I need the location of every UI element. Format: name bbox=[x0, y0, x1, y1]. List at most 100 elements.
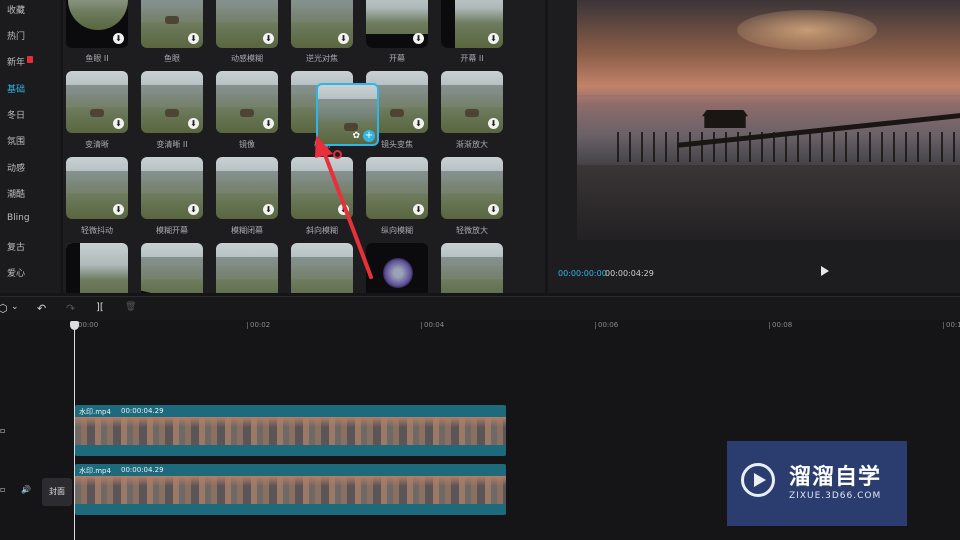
chevron-down-icon[interactable]: ⌄ bbox=[11, 302, 19, 312]
effect-label: 模糊闭幕 bbox=[231, 226, 263, 235]
download-icon[interactable]: ⬇ bbox=[263, 118, 274, 129]
effect-label: 轻微抖动 bbox=[81, 226, 113, 235]
favorite-icon[interactable]: ✿ bbox=[352, 131, 360, 141]
effect-tile-diagonal-blur[interactable]: ⬇ bbox=[291, 157, 353, 219]
ruler-label: 00:00 bbox=[78, 321, 99, 329]
effect-tile-slight-shake[interactable]: ⬇ bbox=[66, 157, 128, 219]
sidebar-item-atmosphere[interactable]: 氛围 bbox=[7, 134, 25, 147]
sidebar-item-winter[interactable]: 冬日 bbox=[7, 108, 25, 121]
effect-label: 镜像 bbox=[239, 140, 255, 149]
effect-tile-gradual-zoom[interactable]: ⬇ bbox=[441, 71, 503, 133]
clip-thumbnails bbox=[75, 417, 506, 445]
delete-icon[interactable]: 🗑 bbox=[125, 302, 136, 312]
effects-category-sidebar: 收藏 热门 新年 基础 冬日 氛围 动感 潮酷 Bling 复古 爱心 bbox=[0, 0, 62, 293]
effect-label: 变清晰 bbox=[85, 140, 109, 149]
download-icon[interactable]: ⬇ bbox=[113, 118, 124, 129]
effect-tile-vertical-blur[interactable]: ⬇ bbox=[366, 157, 428, 219]
effect-label: 鱼眼 II bbox=[85, 54, 109, 63]
download-icon[interactable]: ⬇ bbox=[488, 204, 499, 215]
cover-button[interactable]: 封面 bbox=[42, 478, 72, 506]
sidebar-item-dynamic[interactable]: 动感 bbox=[7, 161, 25, 174]
sidebar-item-hot[interactable]: 热门 bbox=[7, 29, 25, 42]
video-clip-main[interactable]: 水印.mp4 00:00:04.29 bbox=[75, 464, 506, 515]
download-icon[interactable]: ⬇ bbox=[188, 204, 199, 215]
effect-label: 开幕 II bbox=[460, 54, 484, 63]
split-icon[interactable]: ][ bbox=[96, 302, 104, 313]
effect-label: 轻微放大 bbox=[456, 226, 488, 235]
track-toggle-icon[interactable]: ▫ bbox=[0, 426, 5, 435]
track-toggle-icon[interactable]: ▫ bbox=[0, 485, 5, 494]
video-clip-overlay[interactable]: 水印.mp4 00:00:04.29 bbox=[75, 405, 506, 456]
dragged-effect-tile[interactable]: ✿ + bbox=[316, 83, 379, 146]
effect-tile-row4-4[interactable] bbox=[291, 243, 353, 293]
effect-tile-row4-1[interactable] bbox=[66, 243, 128, 293]
effect-tile-row4-3[interactable] bbox=[216, 243, 278, 293]
sidebar-item-love[interactable]: 爱心 bbox=[7, 266, 25, 279]
effect-tile-backlight-focus[interactable]: ⬇ bbox=[291, 0, 353, 48]
playhead-line[interactable] bbox=[74, 324, 75, 540]
effect-tile-row4-6[interactable] bbox=[441, 243, 503, 293]
effect-tile-fisheye-ii[interactable]: ⬇ bbox=[66, 0, 128, 48]
effect-tile-row4-5[interactable] bbox=[366, 243, 428, 293]
sidebar-item-new-year[interactable]: 新年 bbox=[7, 55, 34, 68]
sidebar-item-label: 氛围 bbox=[7, 137, 26, 147]
video-preview bbox=[577, 0, 960, 240]
sidebar-item-label: 爱心 bbox=[7, 269, 26, 279]
sidebar-item-trendy[interactable]: 潮酷 bbox=[7, 187, 25, 200]
effect-tile-mirror[interactable]: ⬇ bbox=[216, 71, 278, 133]
effect-tile-opening-ii[interactable]: ⬇ bbox=[441, 0, 503, 48]
add-icon[interactable]: + bbox=[363, 130, 375, 142]
effect-tile-sharpen[interactable]: ⬇ bbox=[66, 71, 128, 133]
undo-icon[interactable]: ↶ bbox=[37, 302, 46, 315]
current-time: 00:00:00:00 bbox=[558, 269, 607, 278]
preview-panel: 00:00:00:00 00:00:04:29 bbox=[548, 0, 960, 293]
timeline-ruler[interactable]: 00:02 00:04 00:06 00:08 00:10 00:00 bbox=[0, 320, 960, 334]
clip-duration: 00:00:04.29 bbox=[121, 407, 164, 415]
effect-tile-blur-open[interactable]: ⬇ bbox=[141, 157, 203, 219]
sidebar-item-label: 新年 bbox=[7, 58, 26, 68]
download-icon[interactable]: ⬇ bbox=[263, 204, 274, 215]
download-icon[interactable]: ⬇ bbox=[488, 33, 499, 44]
download-icon[interactable]: ⬇ bbox=[188, 33, 199, 44]
effect-tile-motion-blur[interactable]: ⬇ bbox=[216, 0, 278, 48]
effect-tile-opening[interactable]: ⬇ bbox=[366, 0, 428, 48]
download-icon[interactable]: ⬇ bbox=[413, 204, 424, 215]
download-icon[interactable]: ⬇ bbox=[113, 204, 124, 215]
effect-tile-fisheye[interactable]: ⬇ bbox=[141, 0, 203, 48]
play-icon[interactable] bbox=[821, 266, 829, 276]
sidebar-item-label: 基础 bbox=[7, 85, 26, 95]
download-icon[interactable]: ⬇ bbox=[113, 33, 124, 44]
sidebar-item-label: 潮酷 bbox=[7, 190, 26, 200]
ruler-label: 00:06 bbox=[598, 321, 619, 329]
download-icon[interactable]: ⬇ bbox=[263, 33, 274, 44]
video-editor: 收藏 热门 新年 基础 冬日 氛围 动感 潮酷 Bling 复古 爱心 ⬇ ⬇ … bbox=[0, 0, 960, 540]
download-icon[interactable]: ⬇ bbox=[188, 118, 199, 129]
sidebar-item-retro[interactable]: 复古 bbox=[7, 240, 25, 253]
ruler-label: 00:04 bbox=[424, 321, 445, 329]
sidebar-item-label: 复古 bbox=[7, 243, 26, 253]
redo-icon[interactable]: ↷ bbox=[66, 302, 75, 315]
sidebar-item-basic[interactable]: 基础 bbox=[7, 82, 25, 95]
effect-tile-slight-zoom[interactable]: ⬇ bbox=[441, 157, 503, 219]
clip-name: 水印.mp4 bbox=[79, 467, 111, 475]
effect-label: 开幕 bbox=[389, 54, 405, 63]
effect-tile-blur-close[interactable]: ⬇ bbox=[216, 157, 278, 219]
effect-tile-row4-2[interactable] bbox=[141, 243, 203, 293]
ruler-label: 00:10 bbox=[946, 321, 960, 329]
sidebar-item-label: Bling bbox=[7, 213, 30, 223]
effect-label: 纵向模糊 bbox=[381, 226, 413, 235]
sidebar-item-label: 动感 bbox=[7, 164, 26, 174]
download-icon[interactable]: ⬇ bbox=[413, 33, 424, 44]
effect-tile-sharpen-ii[interactable]: ⬇ bbox=[141, 71, 203, 133]
sidebar-item-favorites[interactable]: 收藏 bbox=[7, 3, 25, 16]
select-icon[interactable]: ⬡ bbox=[0, 302, 8, 315]
new-badge bbox=[27, 56, 34, 63]
download-icon[interactable]: ⬇ bbox=[413, 118, 424, 129]
download-icon[interactable]: ⬇ bbox=[488, 118, 499, 129]
audio-icon[interactable]: 🔊 bbox=[21, 485, 31, 494]
playhead-handle[interactable] bbox=[70, 321, 79, 330]
download-icon[interactable]: ⬇ bbox=[338, 33, 349, 44]
effect-label: 鱼眼 bbox=[164, 54, 180, 63]
download-icon[interactable]: ⬇ bbox=[338, 204, 349, 215]
sidebar-item-bling[interactable]: Bling bbox=[7, 213, 30, 223]
